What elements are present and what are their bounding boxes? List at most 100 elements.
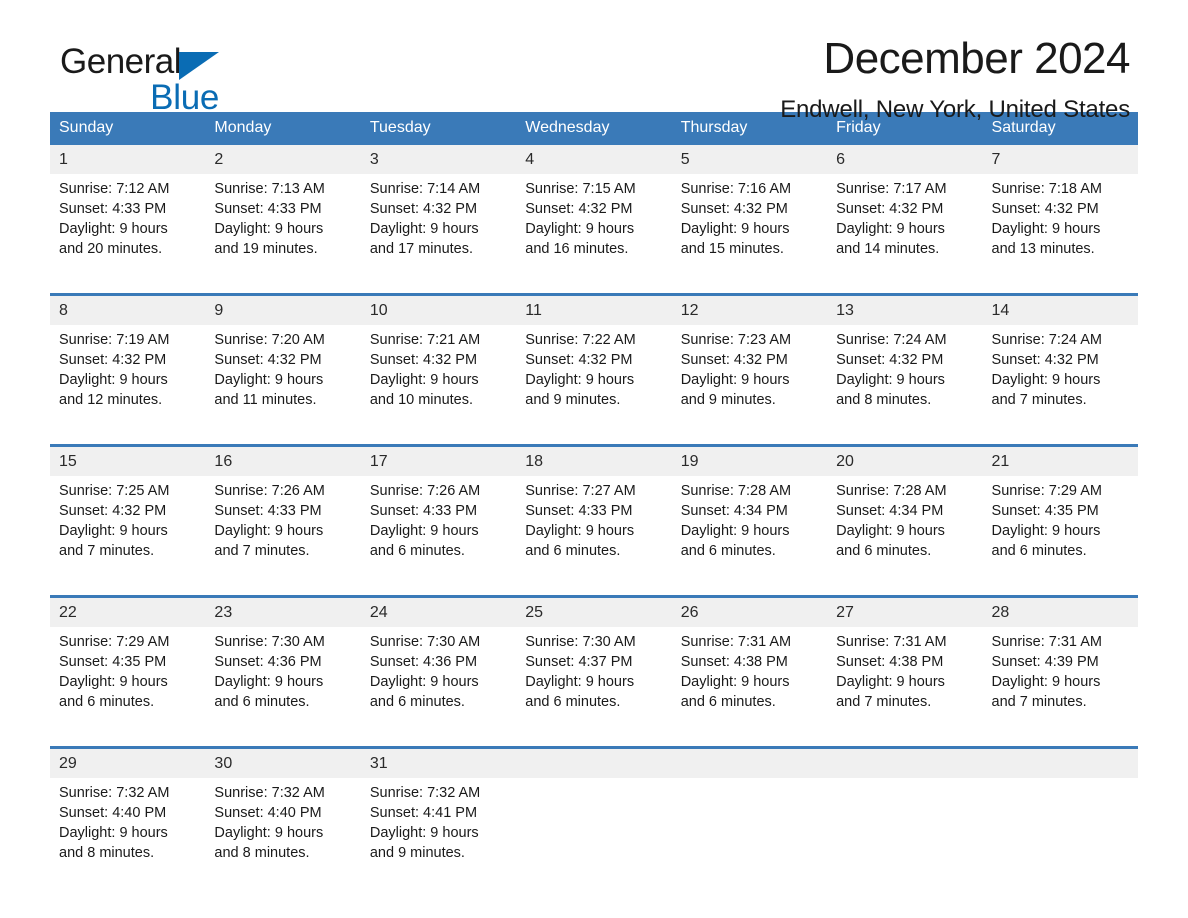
day-cell[interactable]: Sunrise: 7:20 AM Sunset: 4:32 PM Dayligh… (205, 325, 361, 446)
daylight-text-line2: and 13 minutes. (991, 241, 1095, 257)
day-number[interactable]: 16 (205, 444, 361, 476)
daylight-text-line1: Daylight: 9 hours (369, 674, 479, 690)
day-cell[interactable]: Sunrise: 7:31 AM Sunset: 4:38 PM Dayligh… (827, 627, 983, 748)
day-number[interactable]: 7 (982, 145, 1138, 174)
daylight-text-line2: and 12 minutes. (59, 392, 163, 408)
day-number[interactable]: 14 (982, 293, 1138, 325)
day-number[interactable]: 4 (516, 145, 672, 174)
day-cell[interactable]: Sunrise: 7:31 AM Sunset: 4:39 PM Dayligh… (982, 627, 1138, 748)
day-number[interactable]: 10 (360, 293, 517, 325)
sunset-text: Sunset: 4:32 PM (525, 201, 633, 217)
day-cell[interactable]: Sunrise: 7:28 AM Sunset: 4:34 PM Dayligh… (671, 476, 828, 597)
day-number[interactable]: 29 (50, 746, 206, 778)
sunset-text: Sunset: 4:34 PM (836, 503, 944, 519)
day-cell[interactable]: Sunrise: 7:32 AM Sunset: 4:40 PM Dayligh… (50, 778, 206, 897)
sunset-text: Sunset: 4:36 PM (214, 654, 322, 670)
daylight-text-line1: Daylight: 9 hours (369, 825, 479, 841)
daylight-text-line2: and 19 minutes. (214, 241, 318, 257)
triangle-flag-icon (179, 52, 220, 80)
day-number[interactable]: 27 (827, 595, 983, 627)
sunrise-text: Sunrise: 7:16 AM (680, 181, 792, 197)
day-cell[interactable]: Sunrise: 7:28 AM Sunset: 4:34 PM Dayligh… (827, 476, 983, 597)
sunset-text: Sunset: 4:35 PM (59, 654, 167, 670)
daylight-text-line2: and 9 minutes. (525, 392, 621, 408)
day-cell[interactable]: Sunrise: 7:30 AM Sunset: 4:37 PM Dayligh… (516, 627, 672, 748)
day-cell[interactable]: Sunrise: 7:14 AM Sunset: 4:32 PM Dayligh… (360, 174, 517, 295)
day-cell[interactable]: Sunrise: 7:15 AM Sunset: 4:32 PM Dayligh… (516, 174, 672, 295)
sunrise-text: Sunrise: 7:25 AM (59, 483, 170, 499)
sunset-text: Sunset: 4:39 PM (991, 654, 1099, 670)
day-cell[interactable]: Sunrise: 7:22 AM Sunset: 4:32 PM Dayligh… (516, 325, 672, 446)
daylight-text-line2: and 6 minutes. (214, 694, 310, 710)
day-cell[interactable]: Sunrise: 7:24 AM Sunset: 4:32 PM Dayligh… (982, 325, 1138, 446)
daylight-text-line1: Daylight: 9 hours (214, 523, 324, 539)
week-2-daynum-row: 8 9 10 11 12 13 14 (50, 293, 1138, 325)
daylight-text-line1: Daylight: 9 hours (59, 674, 168, 690)
page-header: General Blue December 2024 Endwell, New … (50, 0, 1138, 123)
sunset-text: Sunset: 4:38 PM (680, 654, 788, 670)
week-1-detail-row: Sunrise: 7:12 AM Sunset: 4:33 PM Dayligh… (50, 174, 1138, 295)
sunset-text: Sunset: 4:32 PM (680, 201, 788, 217)
day-number[interactable]: 2 (205, 145, 361, 174)
day-cell[interactable]: Sunrise: 7:32 AM Sunset: 4:41 PM Dayligh… (360, 778, 517, 897)
day-number[interactable]: 17 (360, 444, 517, 476)
day-cell[interactable]: Sunrise: 7:18 AM Sunset: 4:32 PM Dayligh… (982, 174, 1138, 295)
sunset-text: Sunset: 4:40 PM (214, 805, 322, 821)
sunrise-text: Sunrise: 7:12 AM (59, 181, 170, 197)
sunset-text: Sunset: 4:37 PM (525, 654, 633, 670)
page-title: December 2024 (823, 34, 1130, 83)
day-cell[interactable]: Sunrise: 7:23 AM Sunset: 4:32 PM Dayligh… (671, 325, 828, 446)
day-number[interactable]: 12 (671, 293, 828, 325)
day-cell[interactable]: Sunrise: 7:26 AM Sunset: 4:33 PM Dayligh… (205, 476, 361, 597)
daylight-text-line2: and 6 minutes. (991, 543, 1087, 559)
day-number[interactable]: 26 (671, 595, 828, 627)
day-cell[interactable]: Sunrise: 7:21 AM Sunset: 4:32 PM Dayligh… (360, 325, 517, 446)
day-number[interactable]: 11 (516, 293, 672, 325)
day-cell[interactable]: Sunrise: 7:17 AM Sunset: 4:32 PM Dayligh… (827, 174, 983, 295)
daylight-text-line2: and 8 minutes. (214, 845, 310, 861)
sunrise-text: Sunrise: 7:14 AM (369, 181, 481, 197)
sunset-text: Sunset: 4:33 PM (214, 503, 322, 519)
day-cell[interactable]: Sunrise: 7:32 AM Sunset: 4:40 PM Dayligh… (205, 778, 361, 897)
sunrise-text: Sunrise: 7:28 AM (680, 483, 792, 499)
day-number[interactable]: 20 (827, 444, 983, 476)
day-number[interactable]: 21 (982, 444, 1138, 476)
day-number[interactable]: 1 (50, 145, 206, 174)
day-cell[interactable]: Sunrise: 7:24 AM Sunset: 4:32 PM Dayligh… (827, 325, 983, 446)
day-cell[interactable]: Sunrise: 7:27 AM Sunset: 4:33 PM Dayligh… (516, 476, 672, 597)
day-number[interactable]: 24 (360, 595, 517, 627)
daylight-text-line2: and 7 minutes. (991, 694, 1087, 710)
day-number[interactable]: 18 (516, 444, 672, 476)
day-cell[interactable]: Sunrise: 7:29 AM Sunset: 4:35 PM Dayligh… (50, 627, 206, 748)
day-number[interactable]: 13 (827, 293, 983, 325)
day-number[interactable]: 15 (50, 444, 206, 476)
day-number[interactable]: 6 (827, 145, 983, 174)
day-number[interactable]: 22 (50, 595, 206, 627)
day-cell[interactable]: Sunrise: 7:13 AM Sunset: 4:33 PM Dayligh… (205, 174, 361, 295)
day-number[interactable]: 9 (205, 293, 361, 325)
day-cell[interactable]: Sunrise: 7:19 AM Sunset: 4:32 PM Dayligh… (50, 325, 206, 446)
day-cell[interactable]: Sunrise: 7:16 AM Sunset: 4:32 PM Dayligh… (671, 174, 828, 295)
day-cell[interactable]: Sunrise: 7:30 AM Sunset: 4:36 PM Dayligh… (205, 627, 361, 748)
day-number[interactable]: 30 (205, 746, 361, 778)
day-cell[interactable]: Sunrise: 7:26 AM Sunset: 4:33 PM Dayligh… (360, 476, 517, 597)
day-number[interactable]: 5 (671, 145, 828, 174)
day-cell[interactable]: Sunrise: 7:25 AM Sunset: 4:32 PM Dayligh… (50, 476, 206, 597)
day-cell[interactable]: Sunrise: 7:12 AM Sunset: 4:33 PM Dayligh… (50, 174, 206, 295)
sunset-text: Sunset: 4:32 PM (369, 352, 478, 368)
day-cell[interactable]: Sunrise: 7:31 AM Sunset: 4:38 PM Dayligh… (671, 627, 828, 748)
day-number[interactable]: 28 (982, 595, 1138, 627)
day-number[interactable]: 8 (50, 293, 206, 325)
day-number[interactable]: 3 (360, 145, 517, 174)
sunset-text: Sunset: 4:32 PM (836, 352, 944, 368)
day-number[interactable]: 23 (205, 595, 361, 627)
daylight-text-line2: and 8 minutes. (59, 845, 155, 861)
sunrise-text: Sunrise: 7:24 AM (991, 332, 1102, 348)
logo-word-blue: Blue (150, 78, 220, 117)
day-cell[interactable]: Sunrise: 7:29 AM Sunset: 4:35 PM Dayligh… (982, 476, 1138, 597)
day-number[interactable]: 31 (360, 746, 517, 778)
general-blue-logo[interactable]: General Blue (60, 44, 219, 115)
day-number[interactable]: 25 (516, 595, 672, 627)
day-number[interactable]: 19 (671, 444, 828, 476)
day-cell[interactable]: Sunrise: 7:30 AM Sunset: 4:36 PM Dayligh… (360, 627, 517, 748)
